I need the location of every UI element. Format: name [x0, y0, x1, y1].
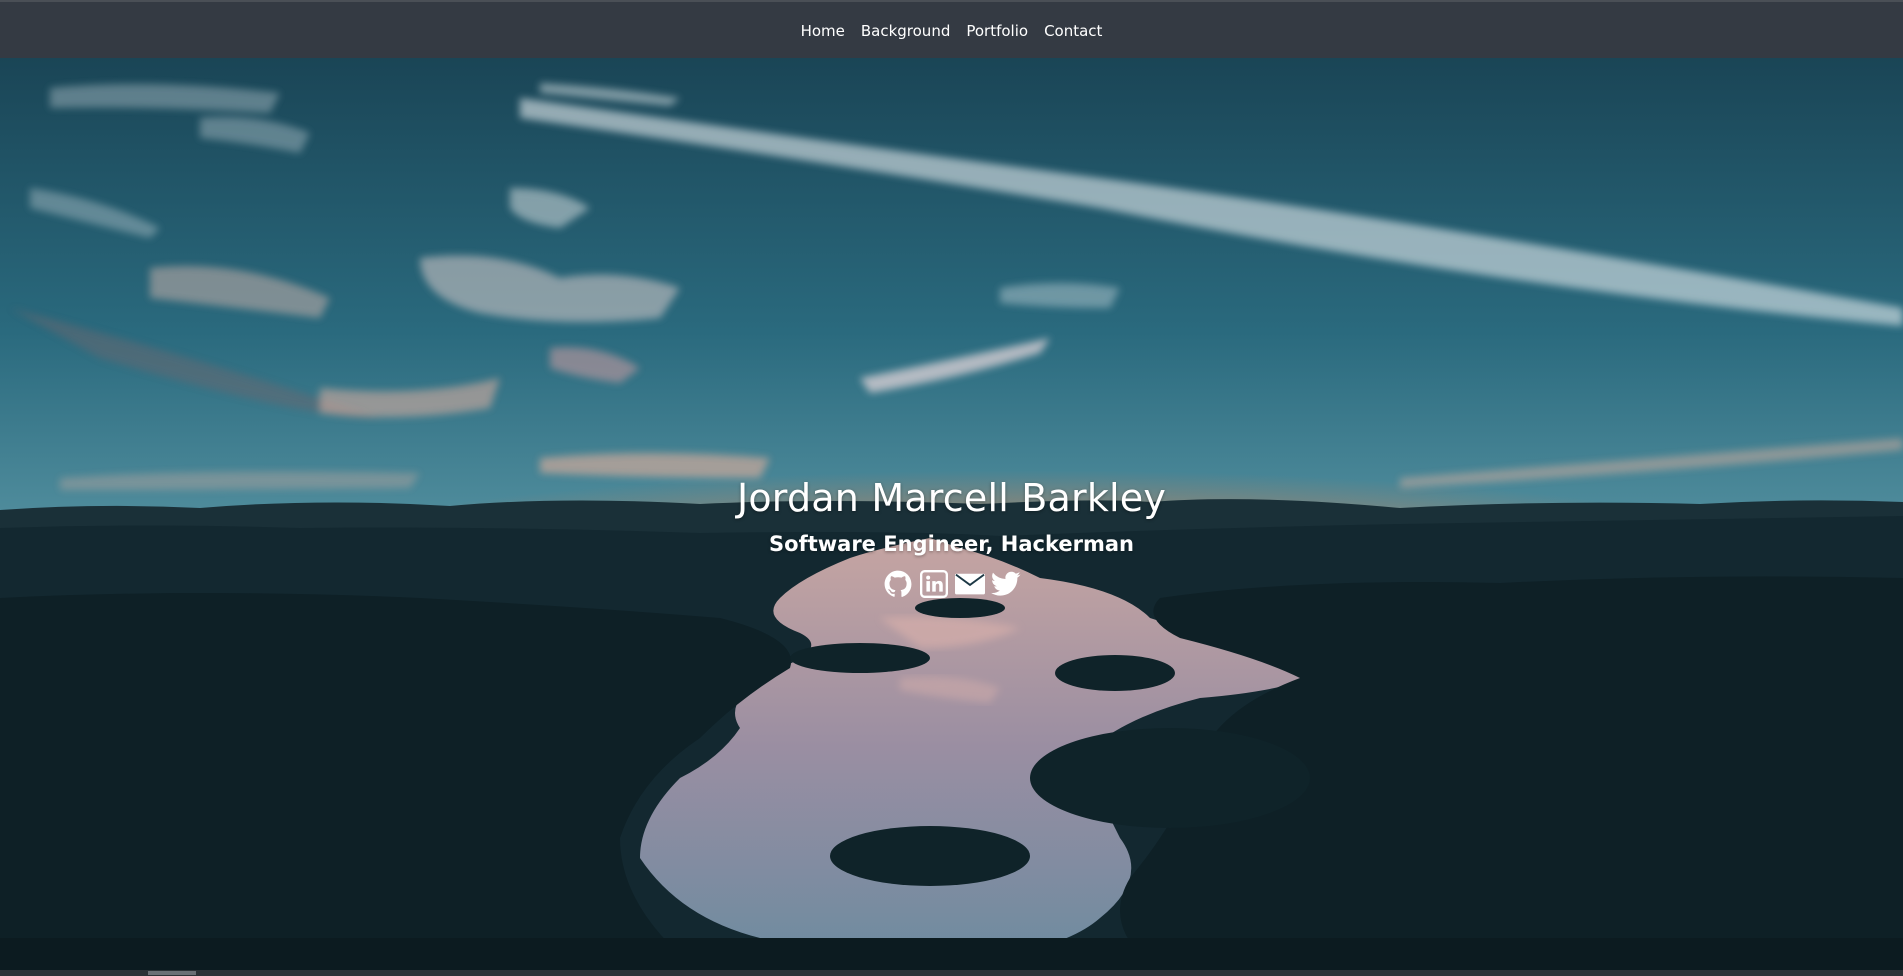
social-icons — [0, 570, 1903, 598]
hero-content: Jordan Marcell Barkley Software Engineer… — [0, 470, 1903, 598]
hero-section: Jordan Marcell Barkley Software Engineer… — [0, 58, 1903, 972]
email-icon[interactable] — [954, 570, 985, 598]
top-navbar: Home Background Portfolio Contact — [0, 0, 1903, 58]
scrollbar-thumb[interactable] — [148, 971, 196, 975]
nav-link-portfolio[interactable]: Portfolio — [966, 22, 1028, 40]
github-icon[interactable] — [883, 570, 913, 598]
hero-subtitle: Software Engineer, Hackerman — [769, 532, 1134, 556]
linkedin-icon[interactable] — [919, 570, 949, 598]
nav-link-background[interactable]: Background — [861, 22, 951, 40]
hero-name: Jordan Marcell Barkley — [736, 476, 1167, 520]
nav-link-home[interactable]: Home — [801, 22, 845, 40]
nav-links: Home Background Portfolio Contact — [801, 22, 1103, 40]
nav-link-contact[interactable]: Contact — [1044, 22, 1102, 40]
horizontal-scrollbar[interactable] — [0, 970, 1903, 976]
twitter-icon[interactable] — [990, 570, 1021, 598]
